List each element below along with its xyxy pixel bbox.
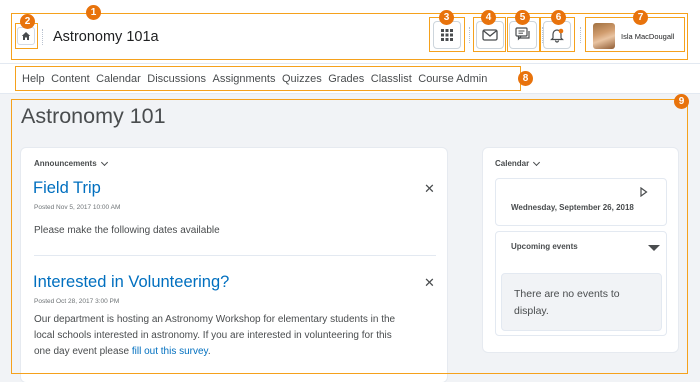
callout-badge: 9 bbox=[674, 94, 689, 109]
annotation-frame-homepage bbox=[11, 99, 688, 374]
callout-badge: 5 bbox=[515, 10, 530, 25]
callout-badge: 4 bbox=[481, 10, 496, 25]
callout-badge: 8 bbox=[518, 71, 533, 86]
callout-badge: 2 bbox=[20, 14, 35, 29]
annotation-frame-navbar bbox=[15, 66, 521, 91]
callout-badge: 3 bbox=[439, 10, 454, 25]
callout-badge: 7 bbox=[633, 10, 648, 25]
callout-badge: 6 bbox=[551, 10, 566, 25]
callout-badge: 1 bbox=[86, 5, 101, 20]
